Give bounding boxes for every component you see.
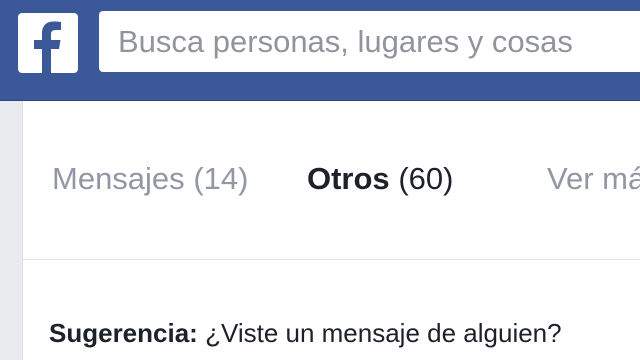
top-bar: [0, 0, 640, 101]
facebook-logo-icon[interactable]: [18, 13, 78, 73]
tip-label: Sugerencia:: [49, 318, 198, 348]
tab-inbox-count: (14): [193, 161, 249, 196]
message-tabs: Mensajes (14) Otros (60) Ver más: [23, 101, 640, 260]
tab-other-count: (60): [398, 161, 454, 196]
tab-see-more-label: Ver más: [547, 161, 640, 196]
tab-inbox[interactable]: Mensajes (14): [52, 159, 248, 199]
tip-message: Sugerencia: ¿Viste un mensaje de alguien…: [49, 316, 562, 350]
messages-panel: Mensajes (14) Otros (60) Ver más Sugeren…: [22, 101, 640, 360]
search-input[interactable]: [99, 11, 640, 72]
tab-inbox-label: Mensajes: [52, 161, 185, 196]
tab-other[interactable]: Otros (60): [307, 159, 453, 199]
tab-see-more[interactable]: Ver más: [547, 159, 640, 199]
tab-other-label: Otros: [307, 161, 390, 196]
tip-text: ¿Viste un mensaje de alguien?: [205, 318, 562, 348]
